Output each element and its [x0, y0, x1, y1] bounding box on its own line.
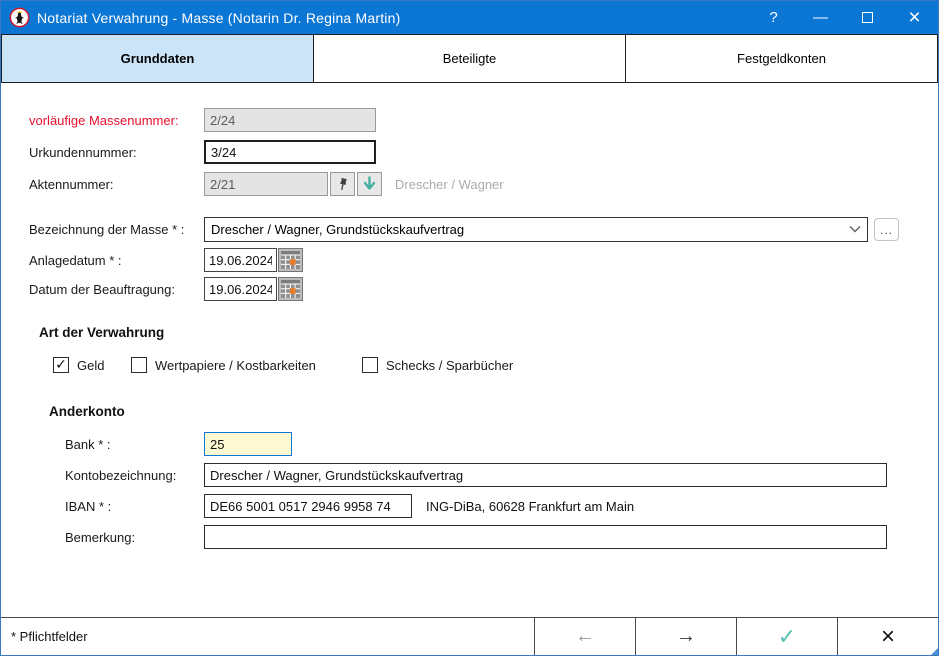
bemerkung-label: Bemerkung:	[65, 530, 204, 545]
window-title: Notariat Verwahrung - Masse (Notarin Dr.…	[37, 10, 750, 26]
tab-festgeldkonten[interactable]: Festgeldkonten	[625, 34, 938, 83]
bank-input[interactable]	[204, 432, 292, 456]
tab-label: Festgeldkonten	[737, 51, 826, 66]
massenummer-input	[204, 108, 376, 132]
maximize-button[interactable]	[844, 1, 891, 34]
bezeichnung-browse-button[interactable]: ...	[874, 218, 899, 241]
checkbox-group-wertpapiere: Wertpapiere / Kostbarkeiten	[131, 357, 362, 373]
schecks-checkbox[interactable]	[362, 357, 378, 373]
anlagedatum-input[interactable]	[204, 248, 277, 272]
titlebar: Notariat Verwahrung - Masse (Notarin Dr.…	[1, 1, 938, 34]
anlagedatum-label: Anlagedatum * :	[29, 253, 204, 268]
wertpapiere-checkbox[interactable]	[131, 357, 147, 373]
beauftragung-calendar-button[interactable]	[278, 277, 303, 301]
verwahrung-heading: Art der Verwahrung	[39, 325, 164, 340]
kontobezeichnung-input[interactable]	[204, 463, 887, 487]
close-x-icon: ×	[881, 623, 895, 651]
iban-bank-info: ING-DiBa, 60628 Frankfurt am Main	[426, 499, 634, 514]
geld-label: Geld	[77, 358, 104, 373]
urkundennummer-input[interactable]	[204, 140, 376, 164]
checkbox-group-schecks: Schecks / Sparbücher	[362, 357, 513, 373]
bank-label: Bank * :	[65, 437, 204, 452]
resize-grip[interactable]	[931, 648, 938, 655]
confirm-button[interactable]: ✓	[736, 618, 837, 655]
footer-bar: * Pflichtfelder ← → ✓ ×	[1, 617, 938, 655]
tab-label: Grunddaten	[121, 51, 195, 66]
arrow-left-icon: ←	[575, 625, 595, 648]
anderkonto-heading: Anderkonto	[49, 404, 125, 419]
bemerkung-input[interactable]	[204, 525, 887, 549]
grunddaten-panel: vorläufige Massenummer: Urkundennummer: …	[1, 83, 938, 549]
calendar-icon	[280, 279, 301, 299]
tab-bar: Grunddaten Beteiligte Festgeldkonten	[1, 34, 938, 83]
iban-label: IBAN * :	[65, 499, 204, 514]
arrow-down-icon	[362, 176, 377, 192]
kontobezeichnung-label: Kontobezeichnung:	[65, 468, 204, 483]
tab-beteiligte[interactable]: Beteiligte	[313, 34, 625, 83]
minimize-button[interactable]: —	[797, 1, 844, 34]
pushpin-icon	[336, 177, 350, 192]
bezeichnung-label: Bezeichnung der Masse * :	[29, 222, 204, 237]
bezeichnung-value: Drescher / Wagner, Grundstückskaufvertra…	[211, 222, 464, 237]
app-icon-berlin-bear	[9, 7, 30, 28]
beauftragung-label: Datum der Beauftragung:	[29, 282, 204, 297]
required-fields-note: * Pflichtfelder	[1, 618, 534, 655]
anlagedatum-calendar-button[interactable]	[278, 248, 303, 272]
pin-button[interactable]	[330, 172, 355, 196]
tab-label: Beteiligte	[443, 51, 496, 66]
lookup-button[interactable]	[357, 172, 382, 196]
aktennummer-linked-name: Drescher / Wagner	[395, 177, 504, 192]
window: Notariat Verwahrung - Masse (Notarin Dr.…	[0, 0, 939, 656]
urkundennummer-label: Urkundennummer:	[29, 145, 204, 160]
forward-button[interactable]: →	[635, 618, 736, 655]
checkbox-group-geld: Geld	[53, 357, 131, 373]
arrow-right-icon: →	[676, 625, 696, 648]
tab-grunddaten[interactable]: Grunddaten	[1, 34, 313, 83]
massenummer-label: vorläufige Massenummer:	[29, 113, 204, 128]
help-button[interactable]: ?	[750, 1, 797, 34]
wertpapiere-label: Wertpapiere / Kostbarkeiten	[155, 358, 316, 373]
bezeichnung-combobox[interactable]: Drescher / Wagner, Grundstückskaufvertra…	[204, 217, 868, 242]
maximize-icon	[862, 12, 873, 23]
iban-input[interactable]	[204, 494, 412, 518]
chevron-down-icon	[849, 225, 861, 233]
check-icon: ✓	[778, 624, 796, 650]
aktennummer-label: Aktennummer:	[29, 177, 204, 192]
cancel-button[interactable]: ×	[837, 618, 938, 655]
close-button[interactable]: ×	[891, 1, 938, 34]
back-button[interactable]: ←	[534, 618, 635, 655]
aktennummer-input	[204, 172, 328, 196]
schecks-label: Schecks / Sparbücher	[386, 358, 513, 373]
geld-checkbox[interactable]	[53, 357, 69, 373]
calendar-icon	[280, 250, 301, 270]
beauftragung-input[interactable]	[204, 277, 277, 301]
